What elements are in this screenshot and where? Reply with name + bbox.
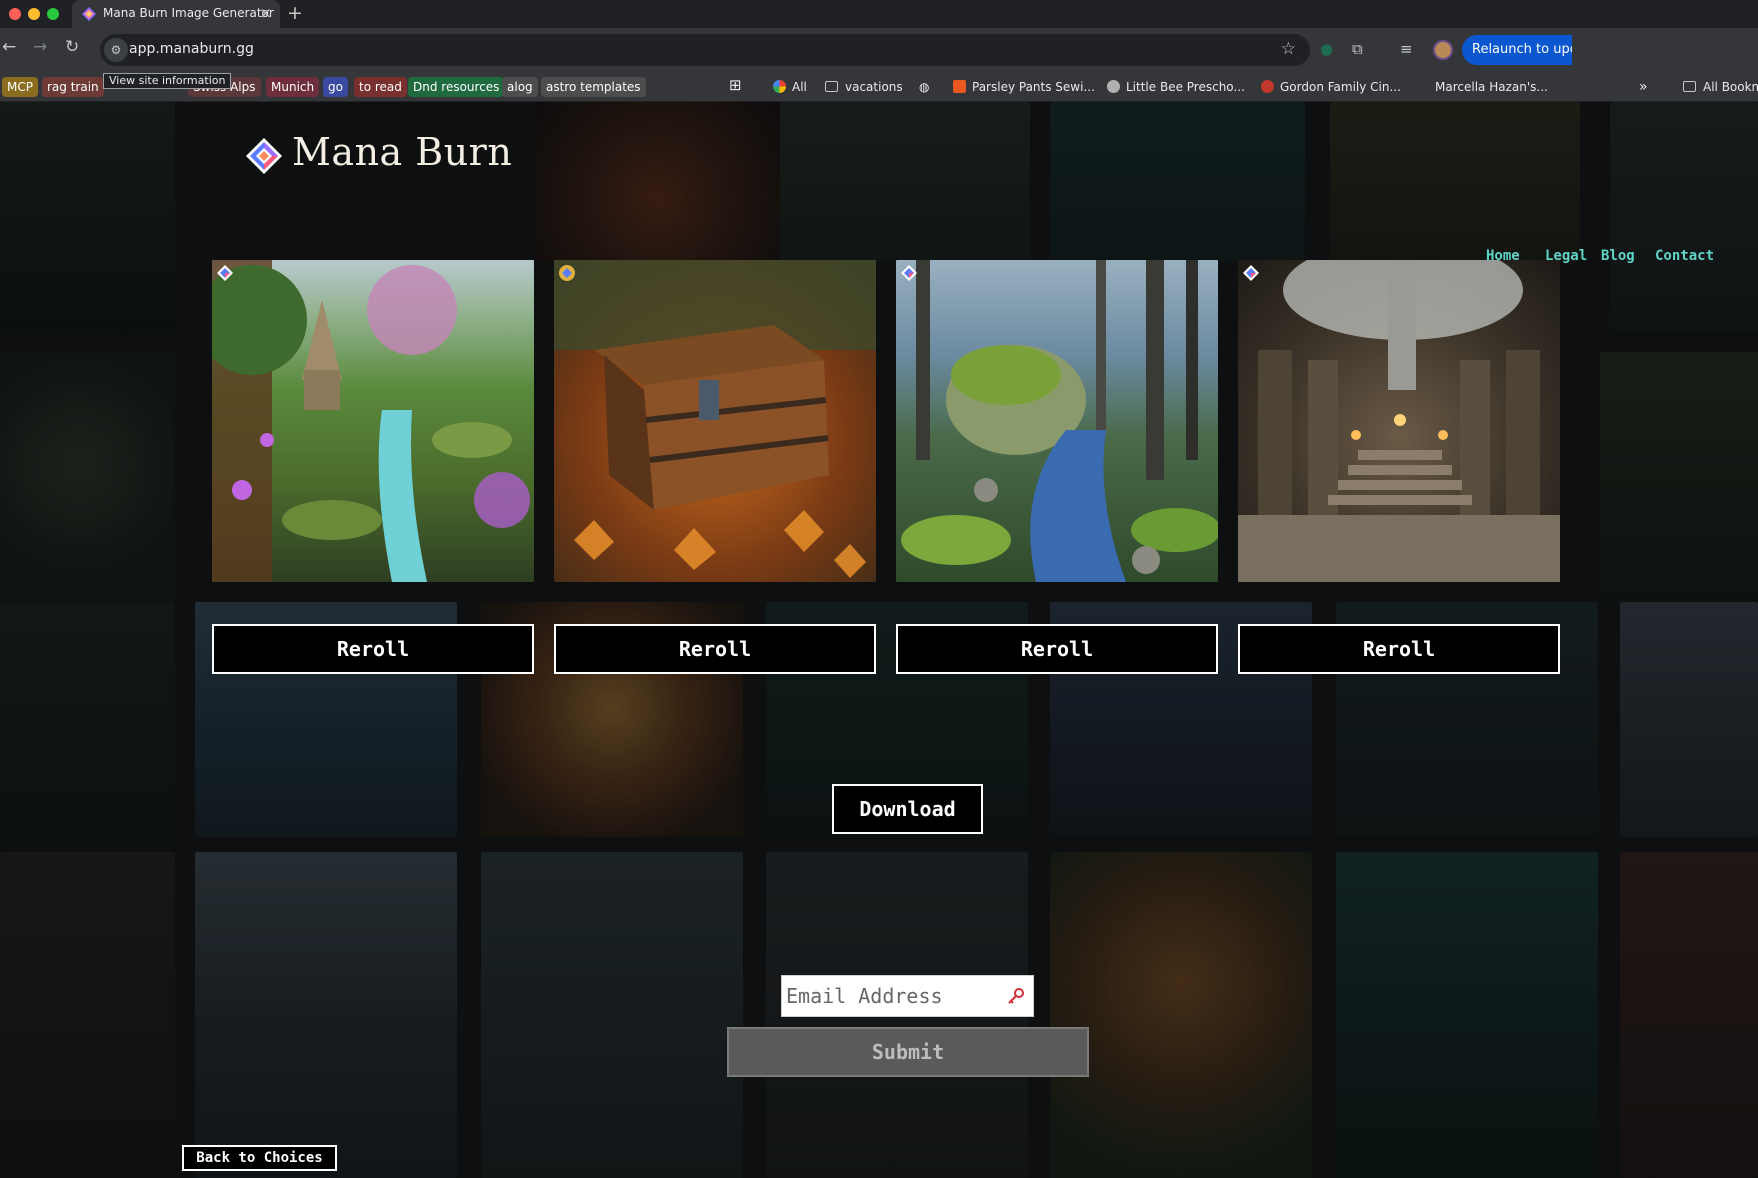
treasure-chest-image: [554, 260, 876, 578]
folder-icon: [1683, 81, 1696, 92]
close-tab-icon[interactable]: ×: [259, 4, 272, 22]
bookmark-link[interactable]: Marcella Hazan's...: [1430, 77, 1553, 97]
tab-title: Mana Burn Image Generator: [103, 6, 274, 20]
bookmark-folder[interactable]: MCP: [2, 77, 38, 97]
bookmark-star-icon[interactable]: ☆: [1281, 39, 1296, 59]
bookmark-folder[interactable]: go: [323, 77, 348, 97]
media-controls-icon[interactable]: ≡: [1400, 40, 1413, 58]
nav-blog[interactable]: Blog: [1601, 248, 1635, 264]
browser-tab-strip: Mana Burn Image Generator × +: [0, 0, 1758, 28]
bookmark-link[interactable]: Gordon Family Cin...: [1256, 77, 1406, 97]
mana-gem-badge-icon: [217, 265, 233, 281]
address-bar[interactable]: ⚙ app.manaburn.gg ☆: [100, 34, 1310, 66]
bookmarks-bar: MCP rag train Swiss Alps Munich go to re…: [0, 72, 1758, 102]
bookmark-label: Gordon Family Cin...: [1280, 80, 1401, 94]
site-favicon-icon: [953, 80, 966, 93]
submit-button[interactable]: Submit: [727, 1027, 1089, 1077]
profile-avatar[interactable]: [1433, 40, 1453, 60]
mana-gem-logo-icon: [246, 138, 282, 174]
bookmark-folder[interactable]: astro templates: [541, 77, 646, 97]
mana-gem-badge-icon: [901, 265, 917, 281]
site-info-icon[interactable]: ⚙: [104, 38, 128, 62]
email-field: [781, 975, 1034, 1017]
bookmark-label: Marcella Hazan's...: [1435, 80, 1548, 94]
bookmark-folder[interactable]: Munich: [266, 77, 320, 97]
bookmark-label: vacations: [845, 80, 903, 94]
generated-image[interactable]: [896, 260, 1218, 582]
bookmark-folder[interactable]: vacations: [820, 77, 908, 97]
generated-image[interactable]: [212, 260, 534, 582]
bookmark-link[interactable]: Little Bee Prescho...: [1102, 77, 1250, 97]
url-text: app.manaburn.gg: [129, 41, 254, 57]
back-arrow-icon[interactable]: ←: [2, 37, 16, 57]
reroll-button[interactable]: Reroll: [212, 624, 534, 674]
download-button[interactable]: Download: [832, 784, 983, 834]
apple-icon: [1107, 80, 1120, 93]
bookmark-label: All Bookmarks: [1703, 80, 1758, 94]
generated-image[interactable]: [554, 260, 876, 582]
password-manager-key-icon[interactable]: [1007, 987, 1025, 1005]
zoom-window-button[interactable]: [47, 8, 59, 20]
browser-tab[interactable]: Mana Burn Image Generator ×: [72, 0, 280, 28]
back-to-choices-button[interactable]: Back to Choices: [182, 1145, 337, 1171]
bookmark-folder[interactable]: Dnd resources: [408, 77, 505, 97]
mana-burn-gem-icon: [82, 7, 96, 21]
temple-hall-image: [1238, 260, 1560, 582]
extension-icon[interactable]: ●: [1320, 40, 1333, 58]
minimize-window-button[interactable]: [28, 8, 40, 20]
relaunch-button[interactable]: Relaunch to update: [1462, 35, 1572, 65]
site-info-tooltip: View site information: [103, 73, 232, 89]
bookmark-label: All: [792, 80, 807, 94]
forest-waterfall-image: [212, 260, 530, 582]
extensions-puzzle-icon[interactable]: ⧉: [1352, 40, 1363, 58]
folder-icon: [825, 81, 838, 92]
email-input[interactable]: [786, 980, 996, 1012]
bookmark-folder[interactable]: to read: [354, 77, 407, 97]
all-bookmarks-folder[interactable]: All Bookmarks: [1678, 77, 1758, 97]
bookmark-label: Parsley Pants Sewi...: [972, 80, 1095, 94]
browser-toolbar: ← → ↻ ⚙ app.manaburn.gg ☆ ● ⧉ ≡ Relaunch…: [0, 28, 1758, 72]
logo-wordmark: Mana Burn: [292, 130, 513, 174]
google-icon: [773, 80, 786, 93]
generated-image[interactable]: [1238, 260, 1560, 582]
forward-arrow-icon[interactable]: →: [33, 37, 47, 57]
bookmark-label: Little Bee Prescho...: [1126, 80, 1245, 94]
site-favicon-icon: [1261, 80, 1274, 93]
page-content: Mana Burn Home Legal Blog Contact Reroll…: [0, 102, 1758, 1178]
bookmark-link[interactable]: Parsley Pants Sewi...: [948, 77, 1100, 97]
mana-gem-badge-icon: [559, 265, 575, 281]
globe-icon[interactable]: ◍: [914, 77, 934, 97]
reroll-button[interactable]: Reroll: [896, 624, 1218, 674]
forest-stream-image: [901, 260, 1218, 582]
apps-grid-icon[interactable]: ⊞: [724, 75, 747, 95]
new-tab-button[interactable]: +: [287, 2, 303, 24]
bookmark-folder[interactable]: rag train: [42, 77, 104, 97]
nav-contact[interactable]: Contact: [1655, 248, 1714, 264]
reroll-button[interactable]: Reroll: [1238, 624, 1560, 674]
reroll-button[interactable]: Reroll: [554, 624, 876, 674]
close-window-button[interactable]: [9, 8, 21, 20]
more-bookmarks-chevron-icon[interactable]: »: [1634, 77, 1653, 97]
mana-gem-badge-icon: [1243, 265, 1259, 281]
reload-icon[interactable]: ↻: [65, 37, 79, 57]
bookmark-folder[interactable]: alog: [502, 77, 538, 97]
bookmark-link[interactable]: All: [768, 77, 812, 97]
